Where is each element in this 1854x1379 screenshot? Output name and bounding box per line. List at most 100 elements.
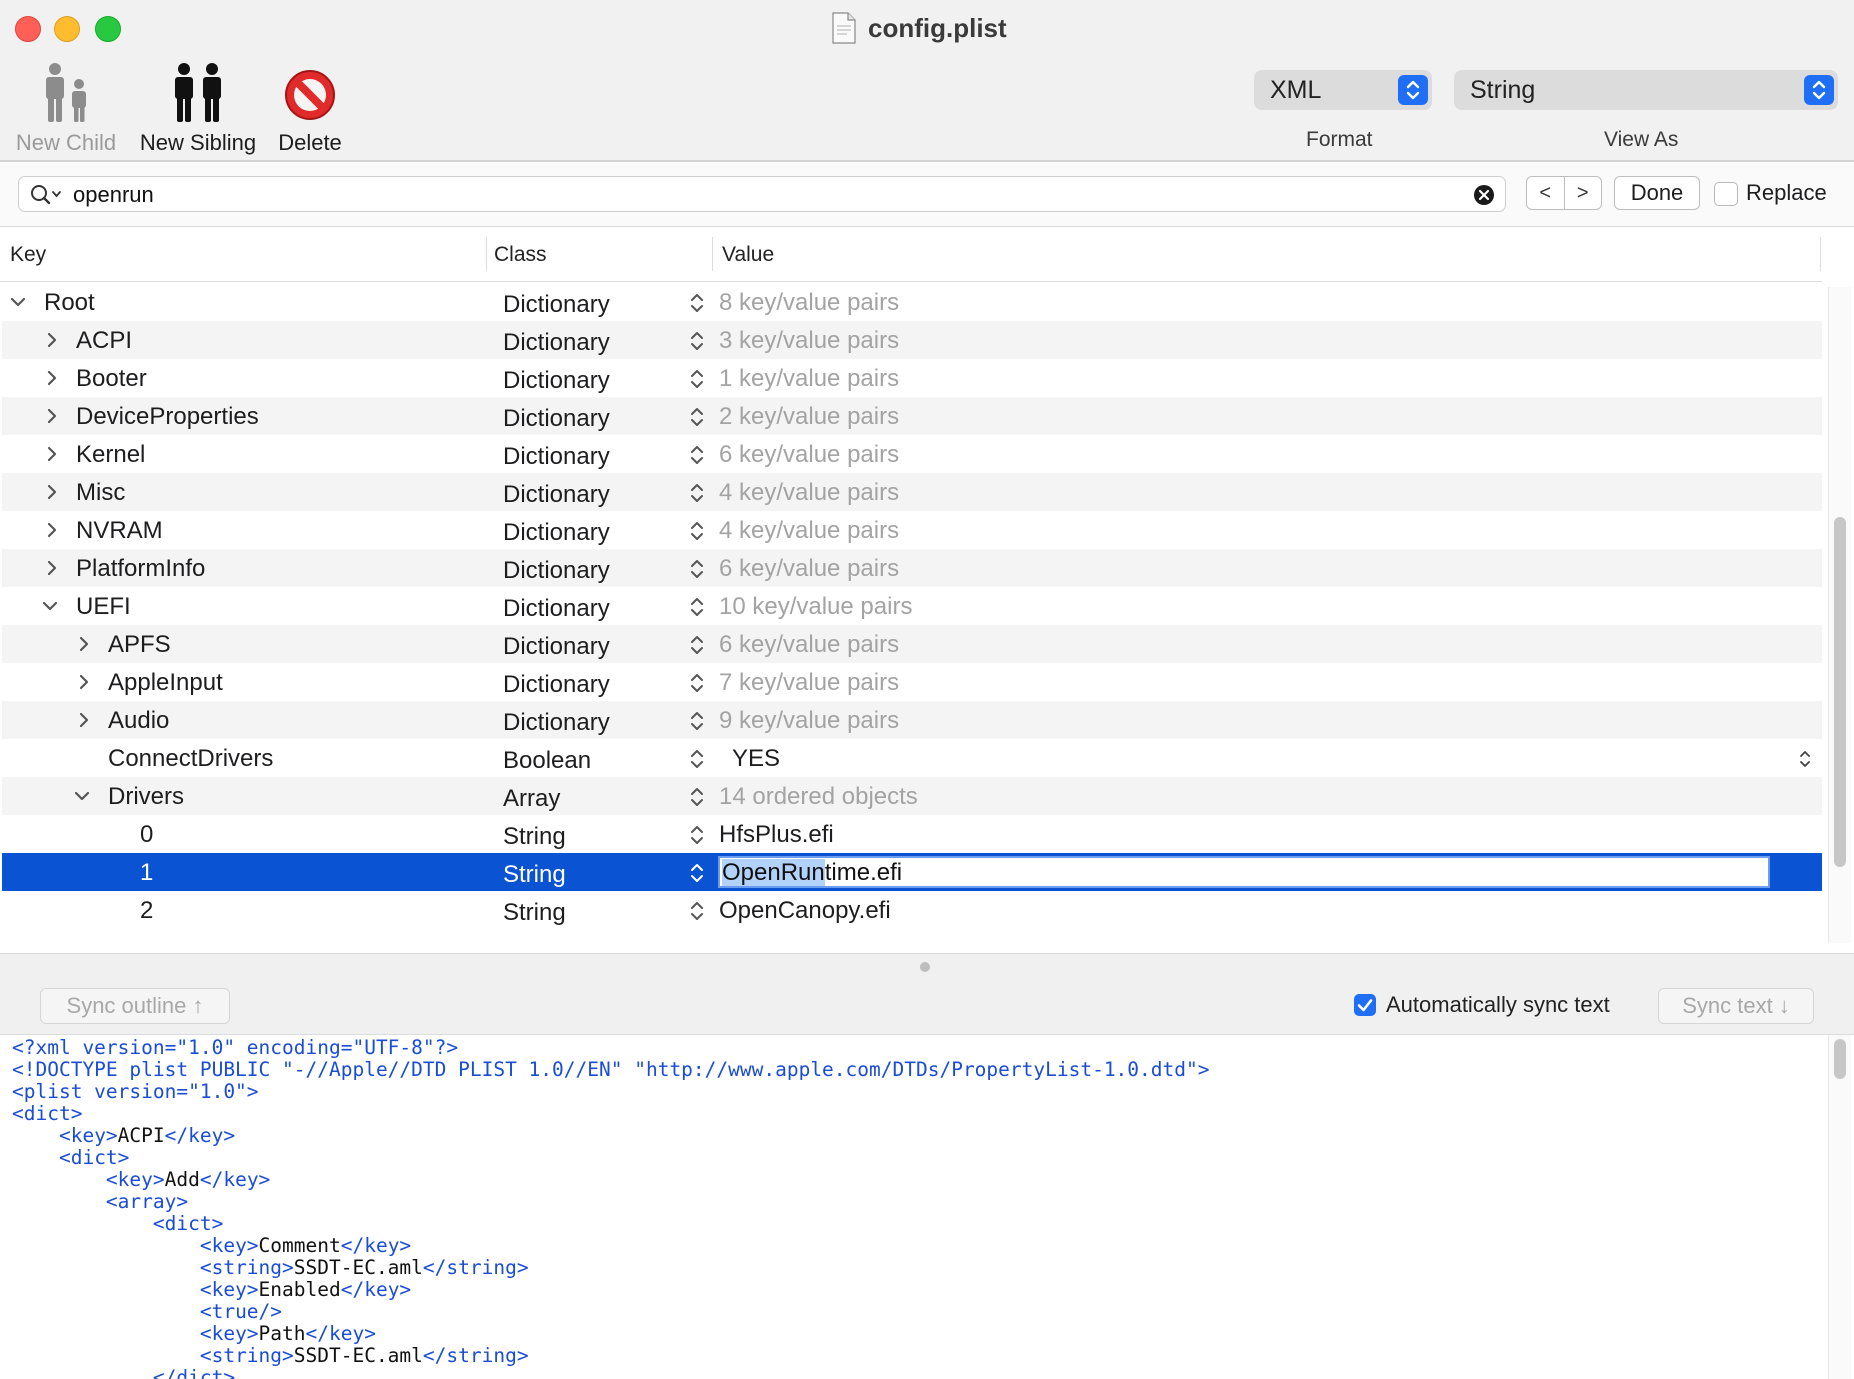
view-as-popup[interactable]: String — [1454, 70, 1838, 110]
column-header-key[interactable]: Key — [10, 243, 46, 267]
next-match-button[interactable]: > — [1565, 177, 1602, 209]
row-value[interactable]: OpenCanopy.efi — [719, 897, 891, 925]
row-class[interactable]: Array — [503, 785, 560, 813]
xml-text-view[interactable]: <?xml version="1.0" encoding="UTF-8"?> <!… — [0, 1034, 1854, 1379]
outline-row[interactable]: Kernel Dictionary 6 key/value pairs — [2, 435, 1822, 473]
delete-button[interactable]: Delete — [270, 58, 350, 156]
class-stepper-icon[interactable] — [688, 367, 706, 391]
class-stepper-icon[interactable] — [688, 823, 706, 847]
outline-scroll-thumb[interactable] — [1834, 517, 1846, 867]
auto-sync-checkbox[interactable] — [1354, 994, 1376, 1016]
row-class[interactable]: Dictionary — [503, 671, 610, 699]
previous-match-button[interactable]: < — [1527, 177, 1565, 209]
row-class[interactable]: Dictionary — [503, 405, 610, 433]
replace-checkbox[interactable] — [1714, 182, 1738, 206]
value-edit-field[interactable]: OpenRuntime.efi — [718, 856, 1770, 888]
column-divider[interactable] — [712, 237, 713, 271]
row-class[interactable]: String — [503, 861, 566, 889]
class-stepper-icon[interactable] — [688, 861, 706, 885]
chevron-right-icon[interactable] — [42, 558, 62, 578]
outline-row[interactable]: Misc Dictionary 4 key/value pairs — [2, 473, 1822, 511]
chevron-down-icon[interactable] — [40, 596, 60, 616]
chevron-right-icon[interactable] — [42, 444, 62, 464]
zoom-window-button[interactable] — [95, 16, 121, 42]
clear-search-icon[interactable] — [1473, 184, 1495, 206]
text-scrollbar[interactable] — [1828, 1035, 1851, 1379]
chevron-right-icon[interactable] — [74, 634, 94, 654]
class-stepper-icon[interactable] — [688, 291, 706, 315]
outline-row[interactable]: DeviceProperties Dictionary 2 key/value … — [2, 397, 1822, 435]
row-class[interactable]: Dictionary — [503, 291, 610, 319]
outline-row[interactable]: Audio Dictionary 9 key/value pairs — [2, 701, 1822, 739]
outline-row[interactable]: AppleInput Dictionary 7 key/value pairs — [2, 663, 1822, 701]
outline-row[interactable]: 0 String HfsPlus.efi — [2, 815, 1822, 853]
outline-row[interactable]: APFS Dictionary 6 key/value pairs — [2, 625, 1822, 663]
outline-row-selected[interactable]: 1 String OpenRuntime.efi — [2, 853, 1822, 891]
row-class[interactable]: Dictionary — [503, 367, 610, 395]
new-sibling-button[interactable]: New Sibling — [134, 58, 262, 156]
column-divider[interactable] — [486, 237, 487, 271]
row-class[interactable]: Boolean — [503, 747, 591, 775]
chevron-down-icon[interactable] — [8, 292, 28, 312]
outline-row[interactable]: ConnectDrivers Boolean YES — [2, 739, 1822, 777]
row-class[interactable]: Dictionary — [503, 519, 610, 547]
boolean-popup-arrows-icon[interactable] — [1798, 749, 1812, 769]
class-stepper-icon[interactable] — [688, 405, 706, 429]
class-stepper-icon[interactable] — [688, 899, 706, 923]
row-class[interactable]: Dictionary — [503, 709, 610, 737]
search-field[interactable] — [18, 176, 1506, 212]
chevron-right-icon[interactable] — [74, 672, 94, 692]
chevron-right-icon[interactable] — [42, 520, 62, 540]
chevron-right-icon[interactable] — [42, 368, 62, 388]
row-class[interactable]: Dictionary — [503, 443, 610, 471]
chevron-right-icon[interactable] — [42, 482, 62, 502]
chevron-right-icon[interactable] — [74, 710, 94, 730]
chevron-right-icon[interactable] — [42, 330, 62, 350]
outline-row[interactable]: UEFI Dictionary 10 key/value pairs — [2, 587, 1822, 625]
outline-scrollbar[interactable] — [1828, 287, 1851, 943]
done-button[interactable]: Done — [1614, 176, 1700, 210]
class-stepper-icon[interactable] — [688, 709, 706, 733]
row-class[interactable]: Dictionary — [503, 329, 610, 357]
class-stepper-icon[interactable] — [688, 519, 706, 543]
outline-row[interactable]: Root Dictionary 8 key/value pairs — [2, 283, 1822, 321]
row-class[interactable]: Dictionary — [503, 595, 610, 623]
class-stepper-icon[interactable] — [688, 785, 706, 809]
split-view-handle[interactable] — [920, 962, 930, 972]
row-class[interactable]: String — [503, 899, 566, 927]
class-stepper-icon[interactable] — [688, 671, 706, 695]
row-class[interactable]: Dictionary — [503, 633, 610, 661]
row-class[interactable]: Dictionary — [503, 481, 610, 509]
text-scroll-thumb[interactable] — [1834, 1039, 1846, 1079]
outline-row[interactable]: NVRAM Dictionary 4 key/value pairs — [2, 511, 1822, 549]
new-child-button[interactable]: New Child — [10, 58, 122, 156]
outline-row[interactable]: PlatformInfo Dictionary 6 key/value pair… — [2, 549, 1822, 587]
class-stepper-icon[interactable] — [688, 329, 706, 353]
sync-text-button[interactable]: Sync text ↓ — [1658, 988, 1814, 1024]
class-stepper-icon[interactable] — [688, 747, 706, 771]
class-stepper-icon[interactable] — [688, 481, 706, 505]
outline-row[interactable]: Booter Dictionary 1 key/value pairs — [2, 359, 1822, 397]
class-stepper-icon[interactable] — [688, 443, 706, 467]
row-class[interactable]: String — [503, 823, 566, 851]
class-stepper-icon[interactable] — [688, 633, 706, 657]
new-sibling-label: New Sibling — [139, 130, 257, 155]
chevron-down-icon[interactable] — [72, 786, 92, 806]
class-stepper-icon[interactable] — [688, 595, 706, 619]
row-class[interactable]: Dictionary — [503, 557, 610, 585]
close-window-button[interactable] — [15, 16, 41, 42]
outline-row[interactable]: 2 String OpenCanopy.efi — [2, 891, 1822, 929]
outline-row[interactable]: Drivers Array 14 ordered objects — [2, 777, 1822, 815]
outline-row[interactable]: ACPI Dictionary 3 key/value pairs — [2, 321, 1822, 359]
search-input[interactable] — [71, 180, 1435, 210]
row-value[interactable]: HfsPlus.efi — [719, 821, 834, 849]
minimize-window-button[interactable] — [54, 16, 80, 42]
column-header-value[interactable]: Value — [722, 243, 774, 267]
boolean-value[interactable]: YES — [732, 745, 780, 773]
column-header-class[interactable]: Class — [494, 243, 547, 267]
format-popup[interactable]: XML — [1254, 70, 1432, 110]
sync-outline-button[interactable]: Sync outline ↑ — [40, 988, 230, 1024]
chevron-right-icon[interactable] — [42, 406, 62, 426]
xml-source[interactable]: <?xml version="1.0" encoding="UTF-8"?> <!… — [12, 1037, 1209, 1379]
class-stepper-icon[interactable] — [688, 557, 706, 581]
